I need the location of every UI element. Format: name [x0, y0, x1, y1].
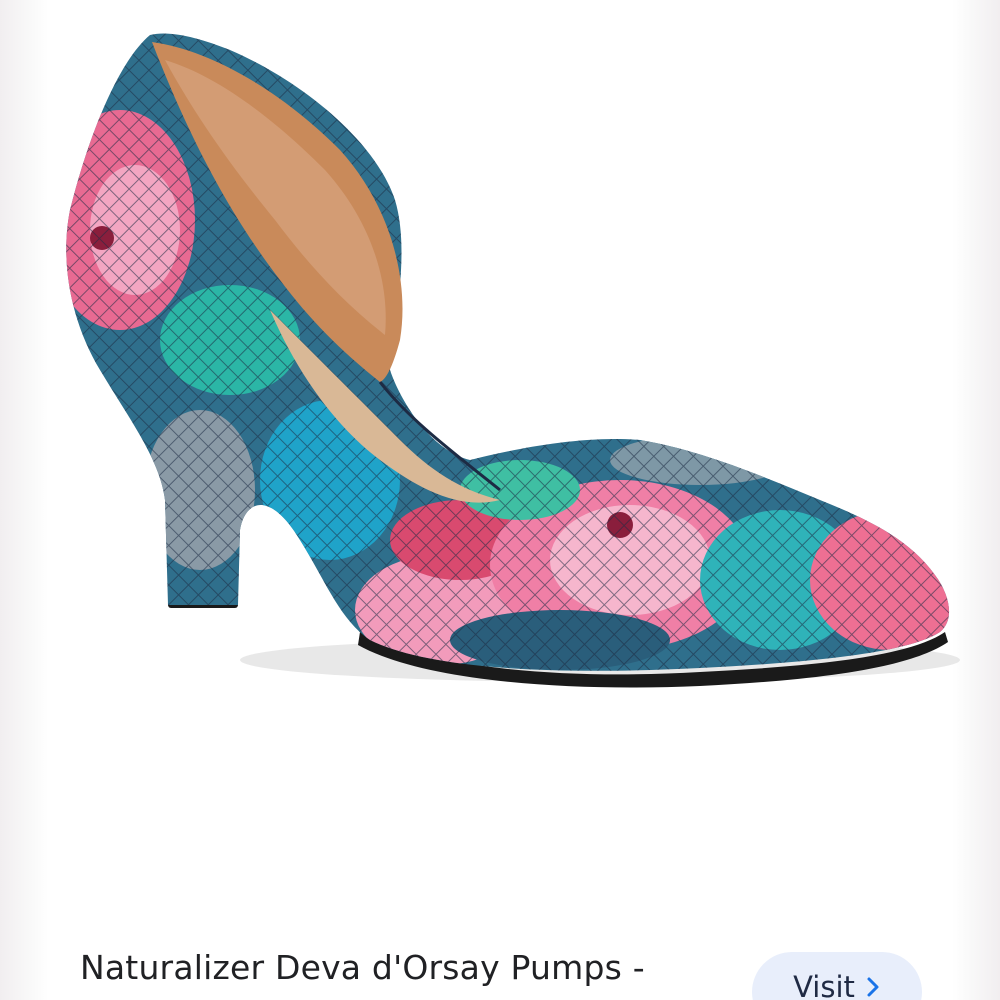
product-card[interactable]: Naturalizer Deva d'Orsay Pumps - Visit — [0, 0, 1000, 1000]
chevron-right-icon — [867, 977, 879, 997]
visit-button-label: Visit — [793, 970, 855, 1000]
visit-button[interactable]: Visit — [752, 952, 922, 1000]
product-image[interactable] — [40, 20, 960, 710]
product-title[interactable]: Naturalizer Deva d'Orsay Pumps - — [80, 948, 645, 987]
